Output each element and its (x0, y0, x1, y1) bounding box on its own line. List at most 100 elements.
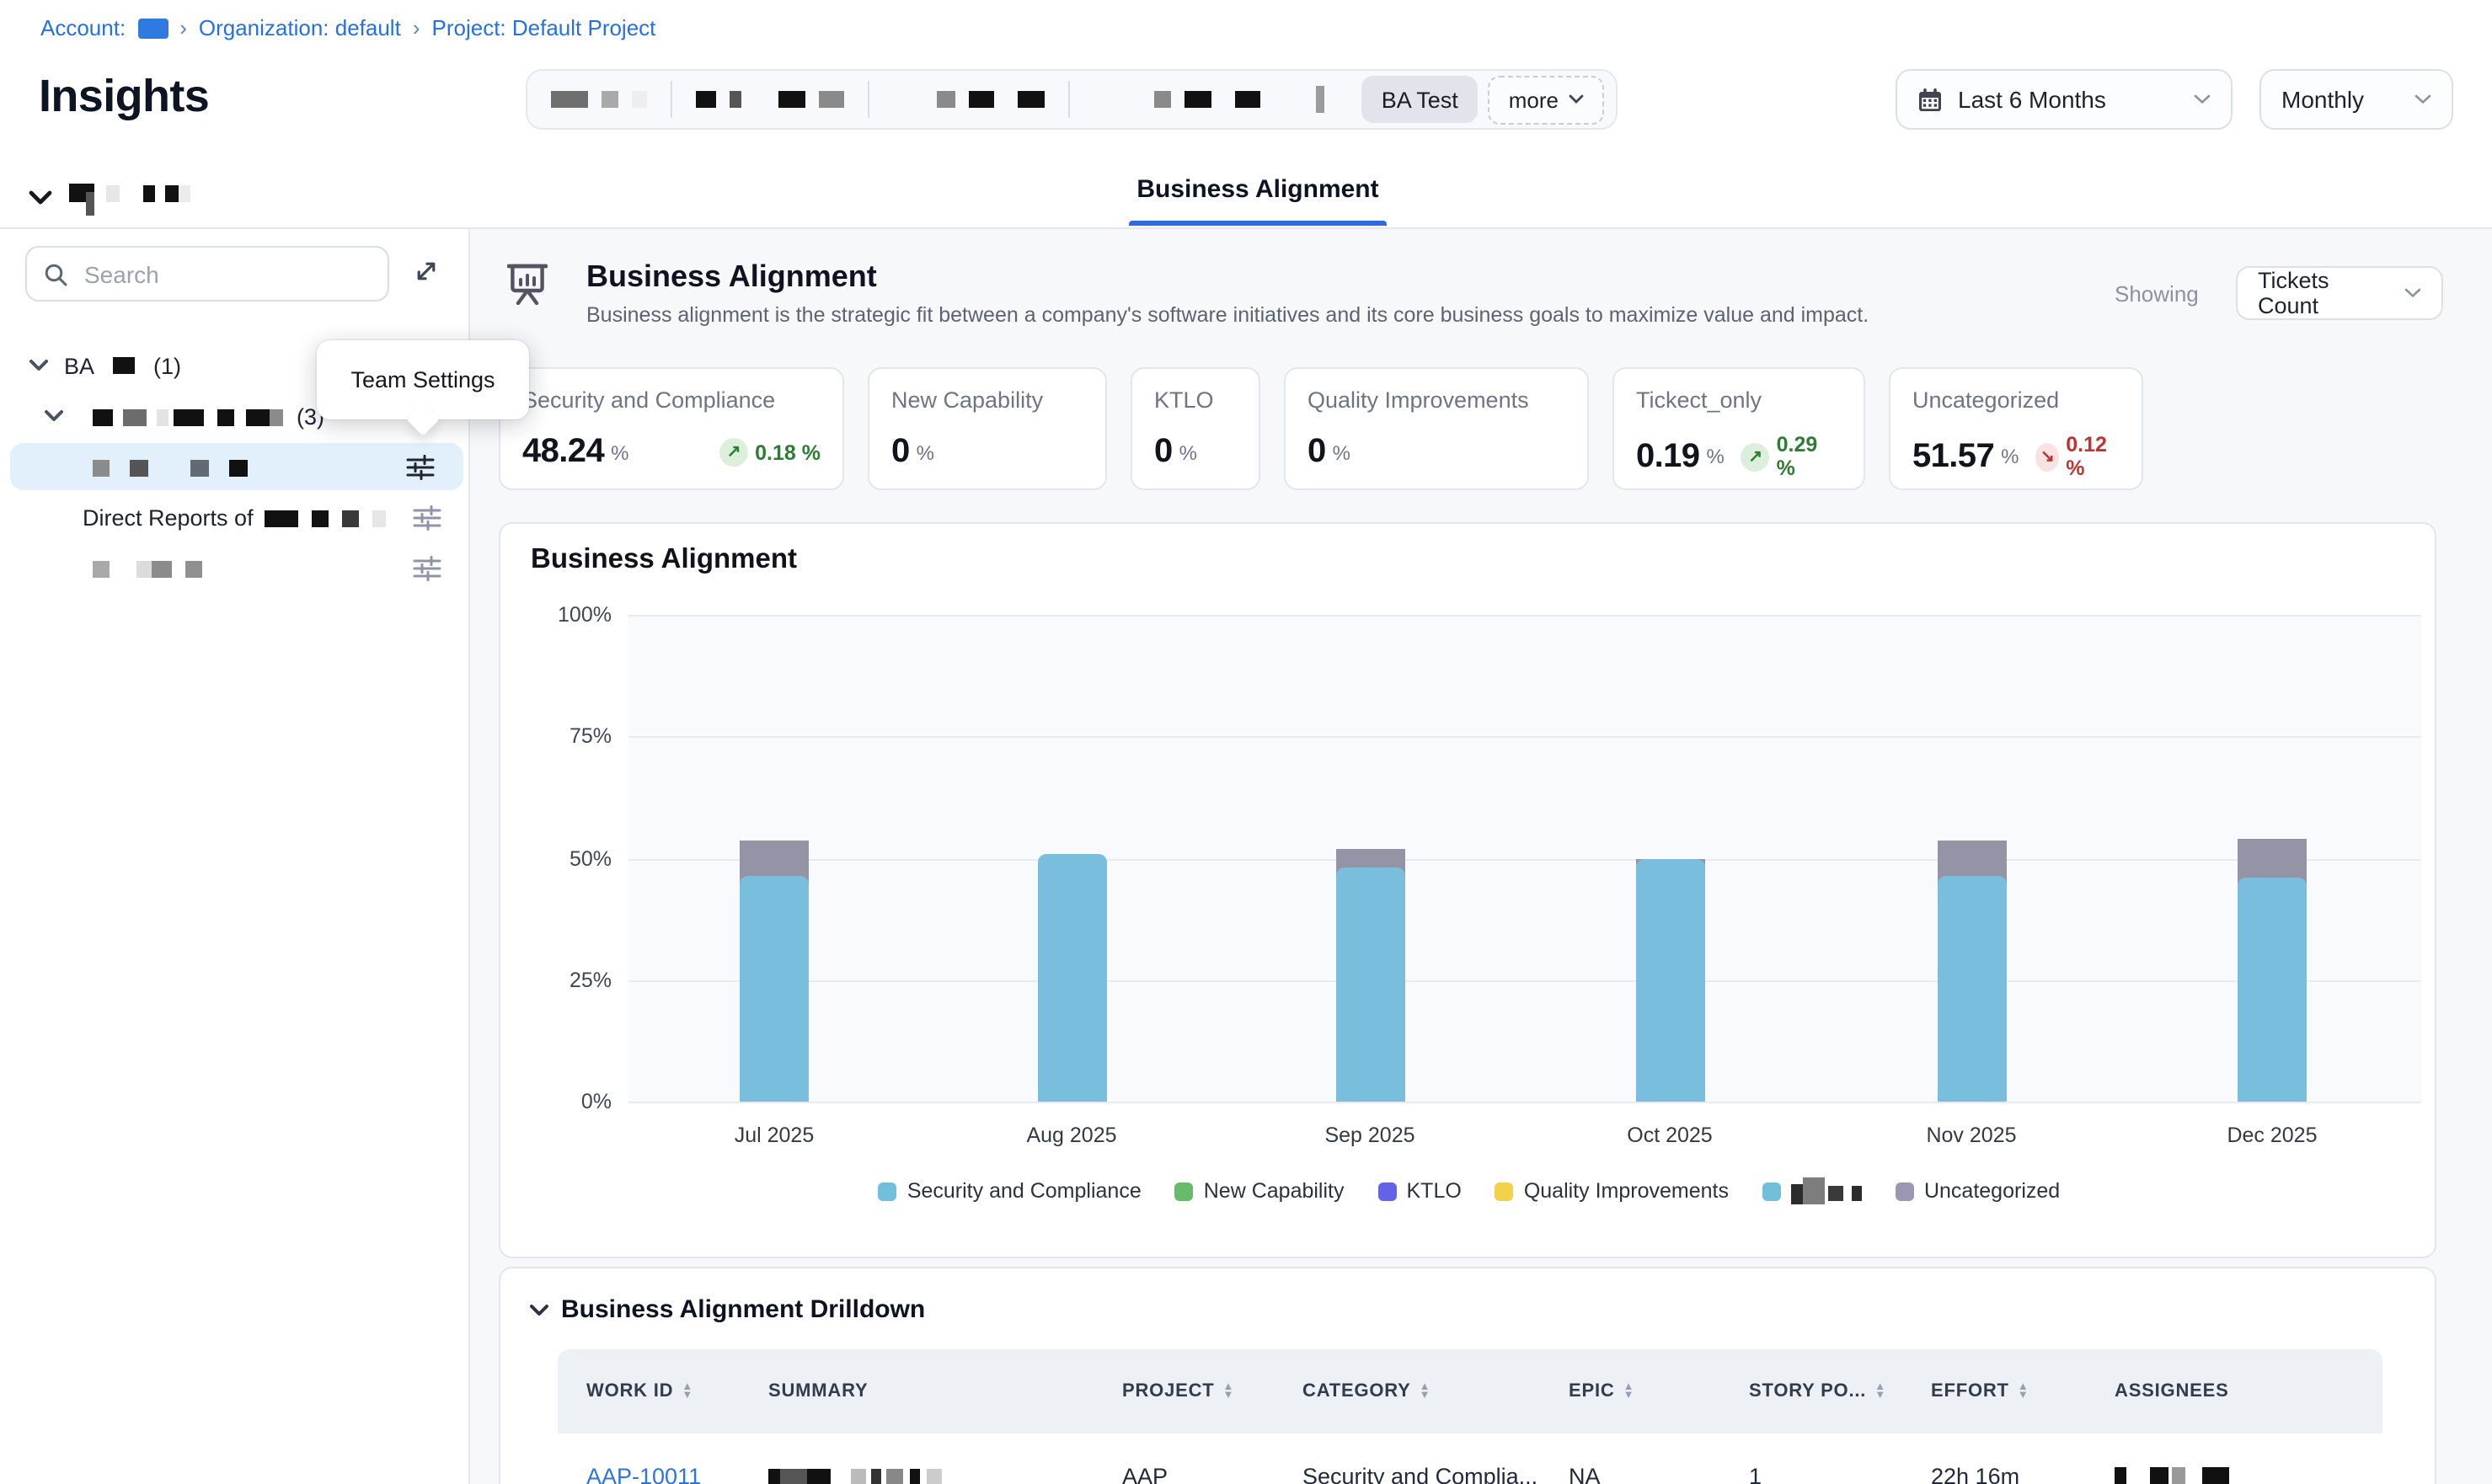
breadcrumb-account[interactable]: Account: (40, 15, 126, 40)
redacted-assignees (2115, 1463, 2229, 1484)
chevron-down-icon (2414, 94, 2431, 104)
sort-icon[interactable]: ▲▼ (1420, 1383, 1431, 1400)
drilldown-panel: Business Alignment Drilldown WORK ID▲▼ SU… (499, 1267, 2436, 1484)
team-settings-tooltip: Team Settings (317, 340, 529, 419)
bar-segment-security-and-compliance[interactable] (1037, 853, 1106, 1102)
column-label: EFFORT (1931, 1381, 2009, 1401)
panel-collapse-row[interactable] (29, 179, 190, 216)
column-header-work-id[interactable]: WORK ID▲▼ (558, 1381, 740, 1401)
bar-segment-security-and-compliance[interactable] (1937, 875, 2006, 1102)
redacted-account-name (137, 18, 168, 38)
column-header-epic[interactable]: EPIC ▲▼ (1540, 1381, 1720, 1401)
breadcrumb-organization[interactable]: Organization: default (199, 15, 401, 40)
work-id-link[interactable]: AAP-10011 (586, 1463, 701, 1484)
showing-dropdown[interactable]: Tickets Count (2236, 266, 2443, 320)
column-label: ASSIGNEES (2115, 1381, 2229, 1401)
sort-icon[interactable]: ▲▼ (1623, 1383, 1635, 1400)
metric-card: Security and Compliance 48.24 % ↗ 0.18 % (499, 367, 844, 490)
column-label: STORY PO... (1749, 1381, 1866, 1401)
bar-segment-security-and-compliance[interactable] (740, 875, 809, 1102)
card-title: Quality Improvements (1307, 387, 1565, 413)
column-label: CATEGORY (1302, 1381, 1411, 1401)
card-value: 0.19 (1636, 437, 1699, 476)
legend-label: New Capability (1204, 1179, 1345, 1203)
tree-item-redacted[interactable] (0, 544, 470, 591)
card-value: 0 (891, 433, 910, 472)
chevron-down-icon (44, 409, 64, 423)
column-label: SUMMARY (768, 1381, 868, 1401)
bar-segment-security-and-compliance[interactable] (1335, 868, 1404, 1102)
bar-segment-security-and-compliance[interactable] (2238, 878, 2307, 1102)
sort-icon[interactable]: ▲▼ (1223, 1383, 1235, 1400)
expand-icon[interactable] (411, 256, 441, 286)
chart-panel: Business Alignment 100%75%50%25%0% Jul 2… (499, 522, 2436, 1258)
legend-item[interactable]: New Capability (1175, 1179, 1345, 1203)
drilldown-title: Business Alignment Drilldown (561, 1295, 925, 1324)
cell-epic: NA (1540, 1463, 1720, 1484)
drilldown-collapse[interactable]: Business Alignment Drilldown (529, 1295, 925, 1324)
redacted-label (93, 555, 202, 580)
sort-icon[interactable]: ▲▼ (682, 1383, 693, 1400)
card-title: Security and Compliance (522, 387, 821, 413)
column-label: EPIC (1569, 1381, 1615, 1401)
column-header-category[interactable]: CATEGORY ▲▼ (1274, 1381, 1540, 1401)
redacted-mini-icon (1316, 86, 1324, 113)
bar-segment-security-and-compliance[interactable] (1635, 858, 1704, 1102)
column-label: PROJECT (1122, 1381, 1215, 1401)
toolbar-segment-redacted[interactable] (869, 71, 1068, 128)
team-settings-icon[interactable] (413, 504, 441, 530)
team-settings-icon[interactable] (406, 454, 435, 479)
column-header-project[interactable]: PROJECT ▲▼ (1094, 1381, 1274, 1401)
toolbar-segment-redacted[interactable] (527, 71, 671, 128)
delta-value: 0.12 % (2066, 433, 2120, 480)
tree-item-selected[interactable] (10, 443, 463, 490)
delta-value: 0.29 % (1777, 433, 1842, 480)
legend-swatch (1896, 1182, 1914, 1200)
team-settings-icon[interactable] (413, 555, 441, 580)
legend-swatch (1175, 1182, 1194, 1200)
presentation-chart-icon (507, 263, 548, 305)
granularity-dropdown[interactable]: Monthly (2259, 69, 2453, 130)
showing-value: Tickets Count (2258, 268, 2389, 318)
legend-item[interactable]: Uncategorized (1896, 1179, 2060, 1203)
page-title: Insights (39, 71, 209, 123)
chart-legend: Security and Compliance New Capability KTL… (500, 1177, 2438, 1204)
date-range-dropdown[interactable]: Last 6 Months (1896, 69, 2233, 130)
x-tick-label: Aug 2025 (971, 1124, 1173, 1147)
chevron-down-icon (2194, 94, 2211, 104)
breadcrumb-separator-icon: › (413, 15, 420, 40)
legend-item[interactable]: KTLO (1378, 1179, 1462, 1203)
top-toolbar: BA Test more (526, 69, 1618, 130)
card-unit: % (1179, 440, 1197, 464)
more-label: more (1509, 87, 1559, 112)
metric-card: Quality Improvements 0 % (1284, 367, 1589, 490)
breadcrumb-project[interactable]: Project: Default Project (432, 15, 656, 40)
legend-swatch (1495, 1182, 1514, 1200)
gridline (628, 615, 2421, 617)
toolbar-segment-redacted[interactable] (672, 71, 868, 128)
card-title: Uncategorized (1912, 387, 2120, 413)
legend-label: Quality Improvements (1524, 1179, 1729, 1203)
tree-item-direct-reports[interactable]: Direct Reports of (0, 494, 470, 541)
tree-item-label: Direct Reports of (83, 504, 254, 530)
ba-test-button[interactable]: BA Test (1361, 76, 1479, 123)
trend-badge: ↗ 0.18 % (703, 438, 821, 467)
y-tick-label: 0% (500, 1090, 612, 1113)
gridline (628, 1102, 2421, 1103)
search-input[interactable] (81, 259, 340, 289)
sort-icon[interactable]: ▲▼ (2018, 1383, 2029, 1400)
column-header-effort[interactable]: EFFORT ▲▼ (1902, 1381, 2086, 1401)
toolbar-segment-redacted[interactable] (1070, 71, 1348, 128)
legend-item[interactable]: Security and Compliance (879, 1179, 1142, 1203)
legend-item[interactable] (1762, 1177, 1862, 1204)
column-header-story-po-[interactable]: STORY PO... ▲▼ (1720, 1381, 1902, 1401)
sort-icon[interactable]: ▲▼ (1874, 1383, 1886, 1400)
search-icon (44, 262, 67, 286)
calendar-icon (1917, 87, 1943, 112)
more-button[interactable]: more (1489, 75, 1604, 124)
legend-item[interactable]: Quality Improvements (1495, 1179, 1729, 1203)
sidebar-search[interactable] (25, 246, 389, 302)
x-tick-label: Nov 2025 (1870, 1124, 2072, 1147)
tab-business-alignment[interactable]: Business Alignment (1129, 162, 1387, 226)
x-tick-label: Sep 2025 (1269, 1124, 1471, 1147)
